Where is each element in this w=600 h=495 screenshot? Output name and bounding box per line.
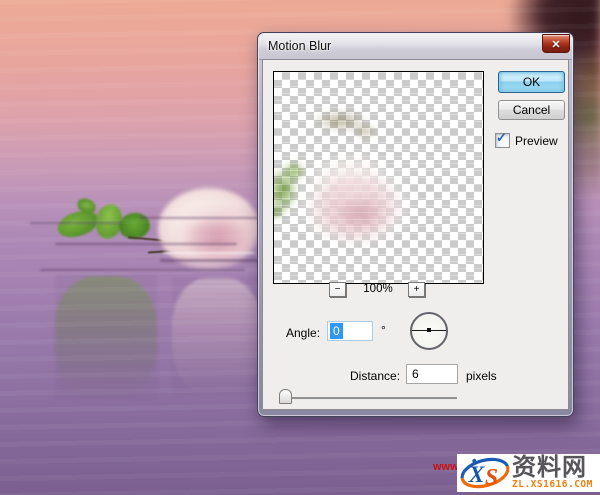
distance-slider-thumb[interactable] — [279, 389, 292, 404]
zoom-in-button[interactable]: + — [408, 282, 425, 297]
zoom-level: 100% — [356, 283, 400, 295]
angle-input[interactable]: 0 — [327, 321, 373, 341]
close-button[interactable]: ✕ — [542, 34, 570, 53]
preview-toggle[interactable]: ✓ Preview — [495, 133, 558, 148]
water-ripple — [160, 259, 260, 262]
water-ripple — [40, 269, 245, 271]
angle-label: Angle: — [286, 326, 320, 340]
motion-blur-dialog: Motion Blur ✕ OK Cancel ✓ Preview − 100%… — [257, 32, 574, 417]
logo-letter-x: X — [468, 462, 486, 488]
watermark-site-url: ZL.XS1616.COM — [512, 479, 593, 490]
rose-flower — [158, 188, 260, 270]
preview-checkbox[interactable]: ✓ — [495, 133, 510, 148]
motion-blur-streaks — [274, 72, 483, 283]
cancel-button[interactable]: Cancel — [498, 100, 565, 120]
check-icon: ✓ — [496, 130, 507, 146]
water-ripple — [140, 217, 258, 219]
rose-leaf — [54, 206, 101, 242]
watermark-text: 资料网 ZL.XS1616.COM — [512, 456, 593, 490]
water-ripple — [30, 222, 122, 224]
close-icon: ✕ — [551, 39, 560, 51]
preview-label: Preview — [515, 134, 558, 148]
angle-value: 0 — [330, 323, 343, 339]
distance-label: Distance: — [350, 369, 400, 383]
screen: Motion Blur ✕ OK Cancel ✓ Preview − 100%… — [0, 0, 600, 495]
water-ripple-highlight — [163, 252, 255, 254]
leaves-water-reflection — [55, 276, 157, 398]
angle-dial[interactable] — [410, 312, 448, 350]
watermark-site-name: 资料网 — [512, 456, 593, 479]
rose-water-reflection — [172, 278, 262, 394]
rose-leaf — [93, 202, 126, 242]
rose-stem — [148, 246, 222, 253]
logo-letter-s: S — [485, 465, 498, 491]
dial-center-dot — [427, 328, 431, 332]
rose-stem — [128, 236, 190, 243]
xs-logo-icon: X S — [458, 454, 512, 492]
dialog-title: Motion Blur — [268, 39, 331, 53]
rose-leaf — [117, 211, 151, 241]
dialog-titlebar[interactable]: Motion Blur ✕ — [259, 34, 572, 60]
distance-input[interactable]: 6 — [406, 364, 458, 384]
ok-button[interactable]: OK — [498, 71, 565, 93]
angle-unit: ° — [381, 323, 386, 337]
distance-value: 6 — [412, 367, 419, 381]
distance-slider-track[interactable] — [285, 397, 457, 399]
water-ripple — [55, 243, 237, 245]
distance-unit: pixels — [466, 369, 497, 383]
watermark-logo-box: X S 资料网 ZL.XS1616.COM — [457, 454, 600, 492]
zoom-out-button[interactable]: − — [329, 282, 346, 297]
rose-leaf — [75, 196, 98, 217]
preview-well[interactable] — [273, 71, 484, 284]
